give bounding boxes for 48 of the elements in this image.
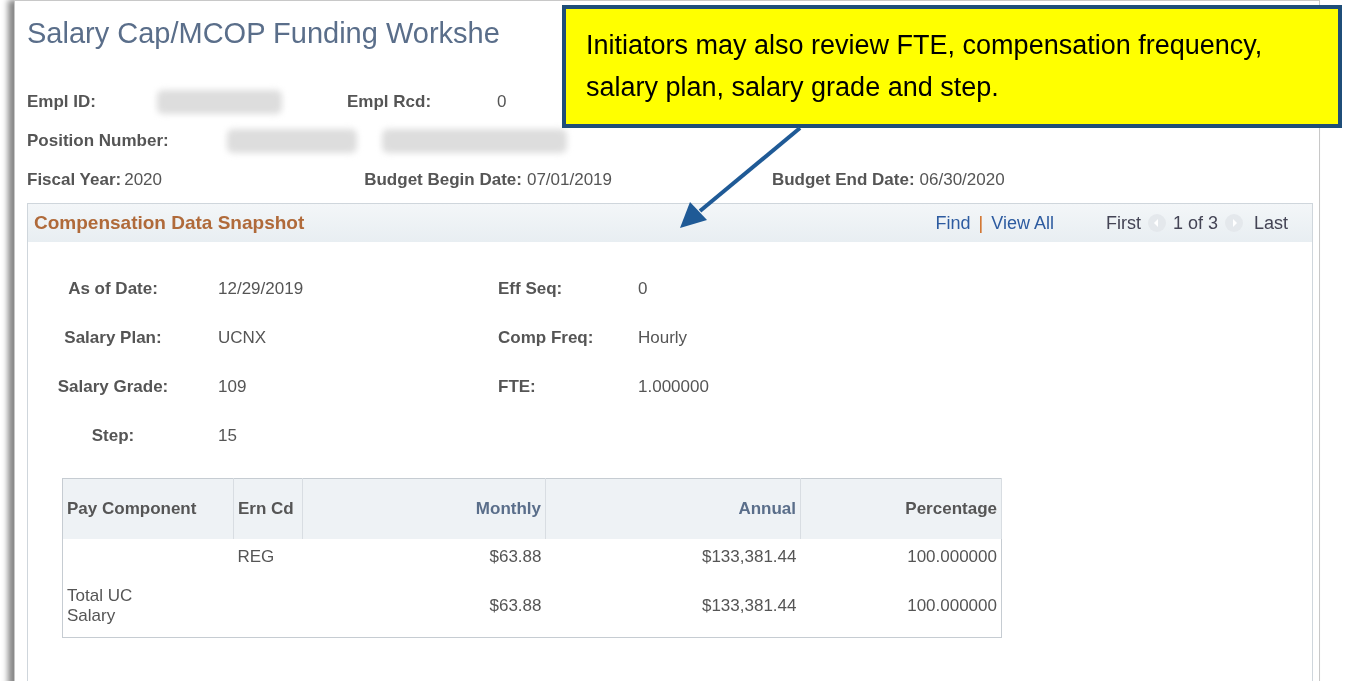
column-header: Annual [738,499,796,518]
field-label: Fiscal Year: [27,169,122,190]
field-value: 07/01/2019 [526,169,614,190]
field-label: FTE: [498,376,537,397]
field-label: Eff Seq: [498,278,564,299]
field-value: 109 [218,376,248,397]
field-value: Hourly [638,327,688,348]
field-value: 0 [497,91,507,112]
field-label: Step: [90,425,136,446]
table-cell: $133,381.44 [701,596,797,615]
callout-box: Initiators may also review FTE, compensation frequency, salary plan, salary grade and step. [562,5,1342,128]
field-label: Budget Begin Date: [364,169,522,190]
field-label: Budget End Date: [771,169,915,190]
last-label: Last [1253,212,1288,234]
field-label: Position Number: [27,130,170,151]
field-label: As of Date: [67,278,159,299]
field-value: 15 [218,425,238,446]
field-value: 1.000000 [638,376,709,397]
table-cell: $63.88 [489,547,542,566]
field-label: Salary Grade: [56,376,170,397]
previous-icon[interactable] [1146,213,1167,233]
find-link[interactable]: Find [935,212,971,234]
view-all-link[interactable]: View All [991,212,1054,234]
first-label: First [1105,212,1141,234]
table-cell: 100.000000 [907,596,997,615]
column-header: Pay Component [67,499,197,518]
field-value: 2020 [124,169,164,190]
field-value: UCNX [218,327,268,348]
section-title: Compensation Data Snapshot [34,212,305,234]
field-value: 0 [638,278,648,299]
field-label: Empl Rcd: [347,91,433,112]
page-counter: 1 of 3 [1172,212,1218,234]
next-icon[interactable] [1223,213,1244,233]
table-cell: $63.88 [489,596,542,615]
page-title: Salary Cap/MCOP Funding Workshe [27,17,500,51]
field-label: Empl ID: [27,91,97,112]
table-cell: 100.000000 [907,547,997,566]
field-value: 12/29/2019 [218,278,305,299]
field-value: 06/30/2020 [919,169,1005,190]
field-label: Salary Plan: [63,327,163,348]
column-header: Ern Cd [238,499,294,518]
table-cell: REG [237,547,275,566]
column-header: Percentage [905,499,997,518]
separator: | [978,212,984,234]
table-cell: $133,381.44 [701,547,797,566]
table-cell-text: Total UC Salary [67,586,134,626]
column-header: Monthly [475,499,541,518]
field-label: Comp Freq: [498,327,595,348]
